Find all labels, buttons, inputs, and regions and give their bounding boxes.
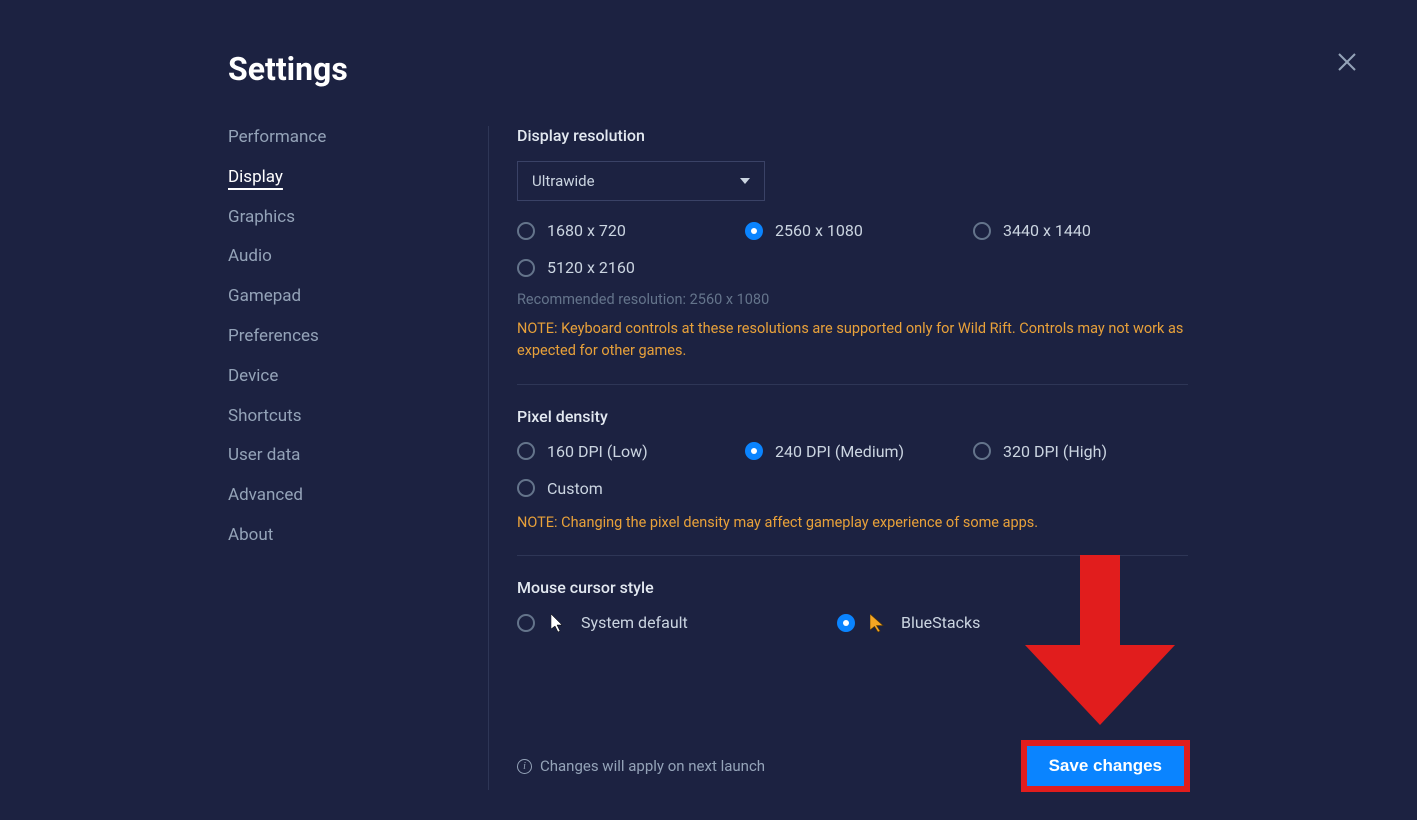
sidebar-item-graphics[interactable]: Graphics (228, 206, 428, 230)
close-icon[interactable] (1337, 52, 1357, 72)
density-label: 160 DPI (Low) (547, 442, 648, 461)
cursor-option[interactable]: BlueStacks (837, 613, 1188, 632)
density-option[interactable]: 240 DPI (Medium) (745, 442, 973, 461)
radio-icon (745, 442, 763, 460)
density-title: Pixel density (517, 407, 1188, 426)
resolution-section: Display resolution Ultrawide 1680 x 720 2… (517, 126, 1188, 385)
resolution-hint: Recommended resolution: 2560 x 1080 (517, 291, 1188, 308)
cursor-label: System default (581, 613, 688, 632)
resolution-option[interactable]: 3440 x 1440 (973, 221, 1188, 240)
sidebar-item-about[interactable]: About (228, 524, 428, 548)
radio-icon (973, 222, 991, 240)
density-option[interactable]: 320 DPI (High) (973, 442, 1188, 461)
resolution-label: 1680 x 720 (547, 221, 626, 240)
density-section: Pixel density 160 DPI (Low) 240 DPI (Medi… (517, 407, 1188, 557)
resolution-option[interactable]: 2560 x 1080 (745, 221, 973, 240)
sidebar-item-device[interactable]: Device (228, 365, 428, 389)
cursor-title: Mouse cursor style (517, 578, 1188, 597)
sidebar-item-user-data[interactable]: User data (228, 444, 428, 468)
sidebar-item-advanced[interactable]: Advanced (228, 484, 428, 508)
settings-sidebar: Performance Display Graphics Audio Gamepad Pr… (228, 126, 428, 790)
density-option[interactable]: 160 DPI (Low) (517, 442, 745, 461)
sidebar-item-preferences[interactable]: Preferences (228, 325, 428, 349)
radio-icon (517, 479, 535, 497)
density-label: 320 DPI (High) (1003, 442, 1107, 461)
info-icon: i (517, 759, 532, 774)
sidebar-item-display[interactable]: Display (228, 166, 428, 190)
resolution-label: 3440 x 1440 (1003, 221, 1091, 240)
chevron-down-icon (740, 178, 750, 184)
density-label: 240 DPI (Medium) (775, 442, 904, 461)
sidebar-item-audio[interactable]: Audio (228, 245, 428, 269)
cursor-section: Mouse cursor style System default BlueSta… (517, 578, 1188, 672)
density-note: NOTE: Changing the pixel density may aff… (517, 512, 1188, 534)
density-option[interactable]: Custom (517, 479, 745, 498)
resolution-label: 2560 x 1080 (775, 221, 863, 240)
save-button[interactable]: Save changes (1023, 742, 1188, 790)
sidebar-item-shortcuts[interactable]: Shortcuts (228, 405, 428, 429)
sidebar-item-gamepad[interactable]: Gamepad (228, 285, 428, 309)
radio-icon (973, 442, 991, 460)
bluestacks-cursor-icon (869, 614, 887, 632)
radio-icon (517, 614, 535, 632)
page-title: Settings (228, 50, 348, 88)
radio-icon (517, 442, 535, 460)
resolution-label: 5120 x 2160 (547, 258, 635, 277)
resolution-title: Display resolution (517, 126, 1188, 145)
radio-icon (837, 614, 855, 632)
cursor-label: BlueStacks (901, 613, 980, 632)
radio-icon (517, 222, 535, 240)
resolution-note: NOTE: Keyboard controls at these resolut… (517, 318, 1188, 362)
settings-main: Display resolution Ultrawide 1680 x 720 2… (488, 126, 1188, 790)
radio-icon (745, 222, 763, 240)
resolution-option[interactable]: 5120 x 2160 (517, 258, 745, 277)
resolution-select-value: Ultrawide (532, 172, 595, 190)
resolution-select[interactable]: Ultrawide (517, 161, 765, 201)
sidebar-item-performance[interactable]: Performance (228, 126, 428, 150)
cursor-option[interactable]: System default (517, 613, 837, 632)
radio-icon (517, 259, 535, 277)
apply-hint: i Changes will apply on next launch (517, 757, 765, 775)
default-cursor-icon (549, 614, 567, 632)
density-label: Custom (547, 479, 603, 498)
apply-hint-text: Changes will apply on next launch (540, 757, 765, 775)
resolution-option[interactable]: 1680 x 720 (517, 221, 745, 240)
